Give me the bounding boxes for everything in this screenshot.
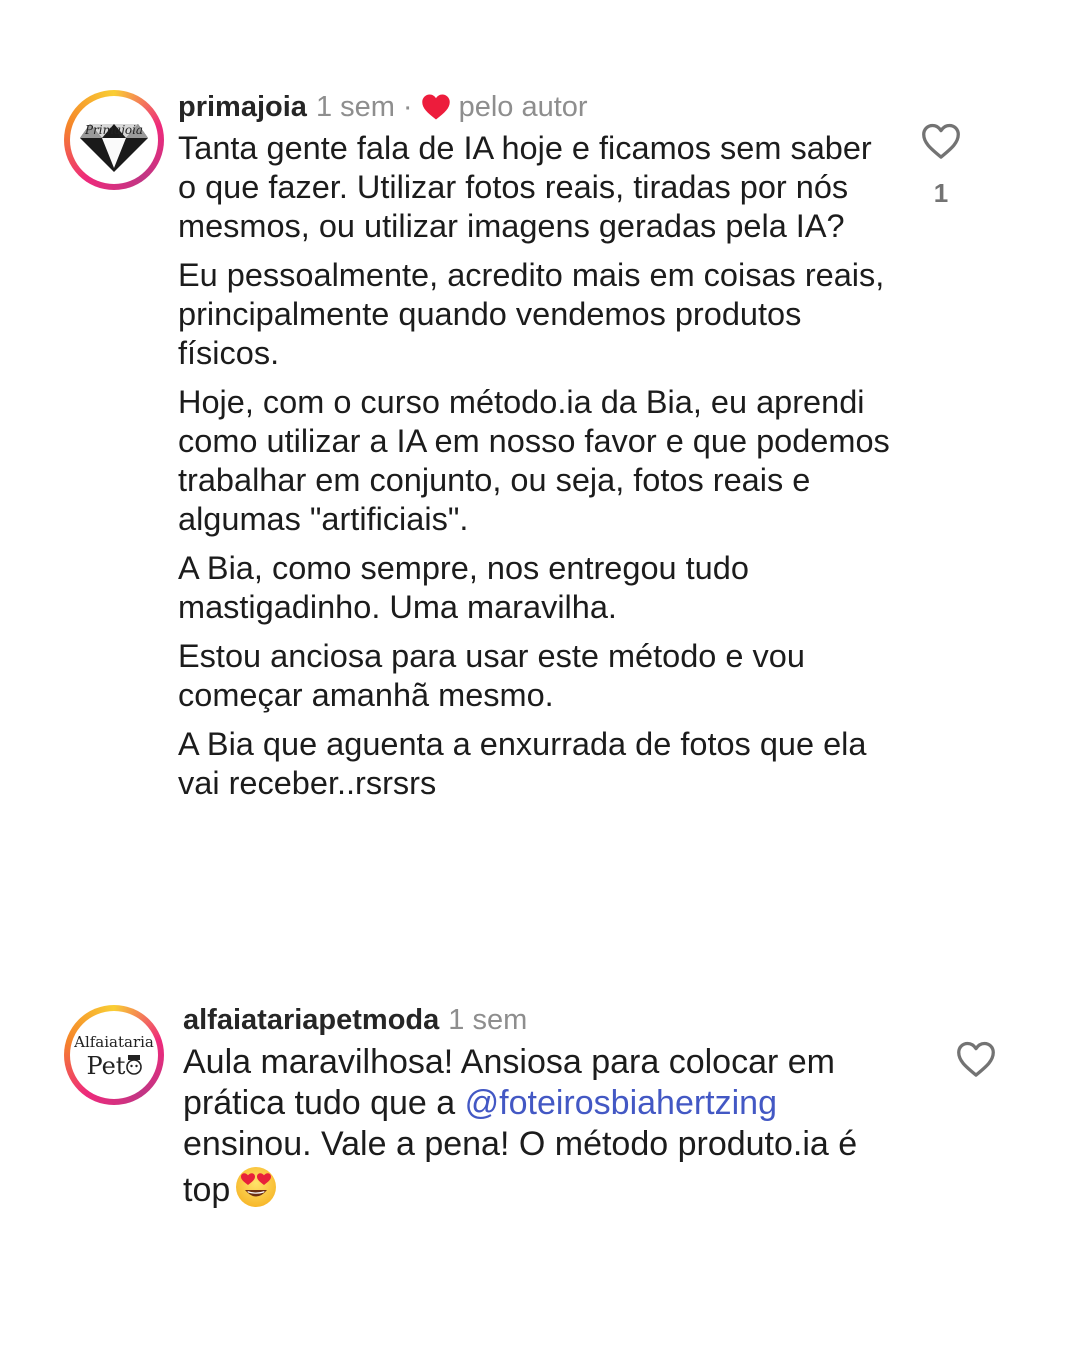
mention-link[interactable]: @foteirosbiahertzing xyxy=(465,1084,777,1122)
comment-meta: alfaiatariapetmoda 1 sem xyxy=(183,998,903,1042)
avatar-logo-text: Alfaiataria xyxy=(73,1033,154,1051)
author-badge: pelo autor xyxy=(458,91,588,123)
comment-text: Tanta gente fala de IA hoje e ficamos se… xyxy=(178,129,898,803)
separator: · xyxy=(402,91,413,123)
avatar[interactable]: Primajoia xyxy=(64,90,164,190)
comment-paragraph: Estou anciosa para usar este método e vo… xyxy=(178,638,805,713)
comment-body: alfaiatariapetmoda 1 sem Aula maravilhos… xyxy=(183,998,903,1211)
comment-paragraph: A Bia que aguenta a enxurrada de fotos q… xyxy=(178,726,867,801)
like-button[interactable]: 1 xyxy=(920,122,962,209)
comment-paragraph: A Bia, como sempre, nos entregou tudo ma… xyxy=(178,550,749,625)
comment-body: primajoia 1 sem · pelo autor Tanta gente… xyxy=(178,85,898,813)
comment-meta: primajoia 1 sem · pelo autor xyxy=(178,85,898,129)
timestamp: 1 sem xyxy=(315,91,395,123)
comment-paragraph: Hoje, com o curso método.ia da Bia, eu a… xyxy=(178,384,890,537)
heart-filled-icon xyxy=(421,94,450,120)
avatar-logo-text: Pet xyxy=(87,1052,126,1080)
pet-logo-icon: Alfaiataria Pet xyxy=(73,1033,154,1080)
avatar[interactable]: Alfaiataria Pet xyxy=(64,1005,164,1105)
diamond-logo-icon: Primajoia xyxy=(80,123,148,172)
username[interactable]: primajoia xyxy=(178,85,307,129)
comment-text-part: ensinou. Vale a pena! O método produto.i… xyxy=(183,1125,858,1209)
comment-paragraph: Tanta gente fala de IA hoje e ficamos se… xyxy=(178,130,872,244)
heart-eyes-emoji-icon xyxy=(236,1167,277,1207)
comment-paragraph: Eu pessoalmente, acredito mais em coisas… xyxy=(178,257,885,371)
avatar-logo-text: Primajoia xyxy=(84,123,143,137)
like-button[interactable] xyxy=(955,1040,997,1078)
heart-outline-icon[interactable] xyxy=(920,122,962,160)
username[interactable]: alfaiatariapetmoda xyxy=(183,998,439,1042)
comment-text: Aula maravilhosa! Ansiosa para colocar e… xyxy=(183,1042,903,1211)
like-count: 1 xyxy=(933,178,949,208)
timestamp: 1 sem xyxy=(448,1004,528,1036)
heart-outline-icon[interactable] xyxy=(955,1040,997,1078)
